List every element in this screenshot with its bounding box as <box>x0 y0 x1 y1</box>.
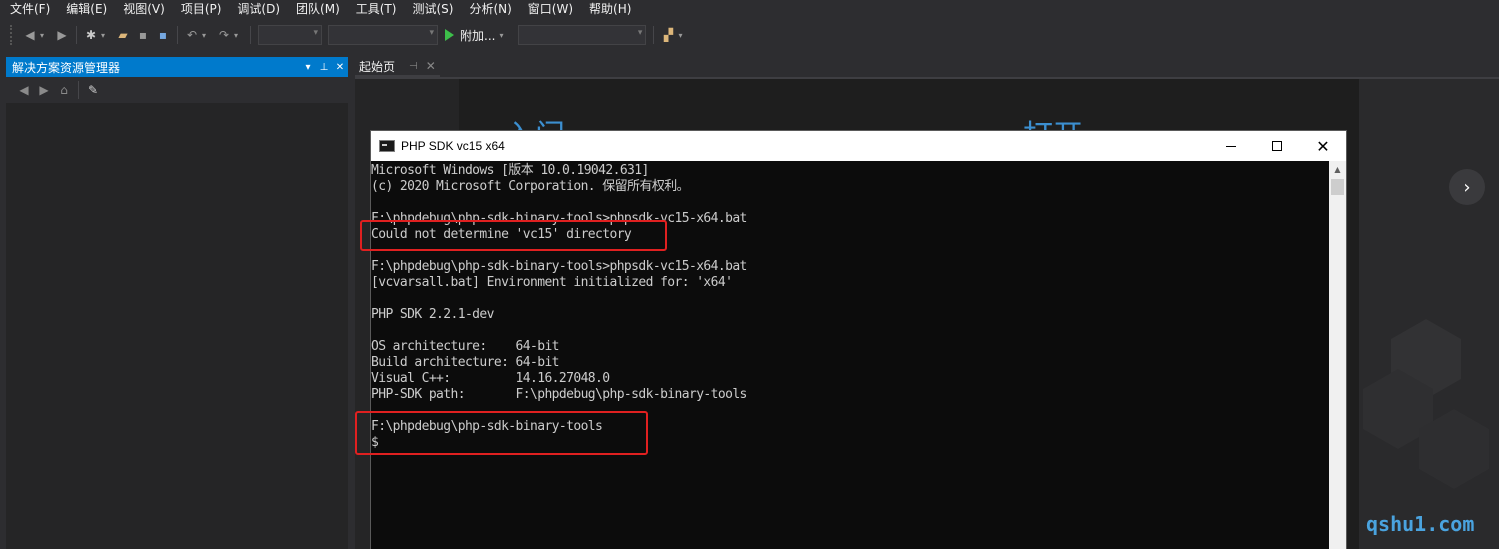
console-line: PHP-SDK path: F:\phpdebug\php-sdk-binary… <box>371 387 747 402</box>
start-button[interactable]: 附加... ▾ <box>445 27 511 44</box>
toolbar-separator <box>177 26 178 44</box>
console-line: OS architecture: 64-bit <box>371 339 560 354</box>
console-app-icon <box>379 140 395 152</box>
menu-debug[interactable]: 调试(D) <box>229 0 288 18</box>
menu-view[interactable]: 视图(V) <box>115 0 173 18</box>
console-line: Build architecture: 64-bit <box>371 355 560 370</box>
console-scrollbar[interactable]: ▲ <box>1329 161 1346 549</box>
toolbar-separator <box>76 26 77 44</box>
solution-explorer-title: 解决方案资源管理器 <box>12 60 121 75</box>
menu-test[interactable]: 测试(S) <box>404 0 461 18</box>
menu-analyze[interactable]: 分析(N) <box>461 0 519 18</box>
maximize-button[interactable] <box>1254 131 1300 161</box>
console-line: (c) 2020 Microsoft Corporation. 保留所有权利。 <box>371 179 690 194</box>
pin-icon[interactable]: ⊣ <box>409 61 418 72</box>
wrench-icon[interactable]: ✎ <box>85 82 101 98</box>
menu-edit[interactable]: 编辑(E) <box>58 0 115 18</box>
scrollbar-thumb[interactable] <box>1331 179 1344 195</box>
back-icon[interactable]: ◀ <box>16 82 32 98</box>
save-icon[interactable]: ▪ <box>135 27 151 43</box>
solution-explorer-panel: 解决方案资源管理器 ▾ ⊥ ✕ ◀ ▶ ⌂ ✎ <box>6 57 348 549</box>
console-title-bar[interactable]: PHP SDK vc15 x64 ✕ <box>371 131 1346 161</box>
menu-help[interactable]: 帮助(H) <box>581 0 639 18</box>
toolbar-separator <box>78 81 79 99</box>
forward-icon[interactable]: ▶ <box>54 27 70 43</box>
tab-start-page-label: 起始页 <box>359 59 396 74</box>
toolbar-options-icon[interactable]: ▾ <box>678 31 686 40</box>
undo-dropdown-icon[interactable]: ▾ <box>202 31 210 40</box>
console-title: PHP SDK vc15 x64 <box>401 139 505 153</box>
menu-file[interactable]: 文件(F) <box>2 0 58 18</box>
back-dropdown-icon[interactable]: ▾ <box>40 31 48 40</box>
start-button-label: 附加... <box>460 28 496 43</box>
menu-team[interactable]: 团队(M) <box>288 0 348 18</box>
console-line: Microsoft Windows [版本 10.0.19042.631] <box>371 163 649 178</box>
maximize-icon <box>1272 141 1282 151</box>
close-icon[interactable]: ✕ <box>426 59 436 73</box>
solution-configuration-select[interactable] <box>258 25 322 45</box>
redo-dropdown-icon[interactable]: ▾ <box>234 31 242 40</box>
open-icon[interactable]: ▰ <box>115 27 131 43</box>
console-line: PHP SDK 2.2.1-dev <box>371 307 494 322</box>
start-page-news-panel <box>1359 79 1499 549</box>
highlight-box-error <box>360 220 667 251</box>
solution-explorer-toolbar: ◀ ▶ ⌂ ✎ <box>6 77 348 103</box>
highlight-box-prompt <box>355 411 648 455</box>
scroll-up-icon[interactable]: ▲ <box>1329 161 1346 178</box>
console-line: [vcvarsall.bat] Environment initialized … <box>371 275 733 290</box>
undo-icon[interactable]: ↶ <box>184 27 200 43</box>
minimize-icon <box>1226 145 1236 147</box>
menu-tools[interactable]: 工具(T) <box>348 0 405 18</box>
home-icon[interactable]: ⌂ <box>56 82 72 98</box>
menu-bar: 文件(F) 编辑(E) 视图(V) 项目(P) 调试(D) 团队(M) 工具(T… <box>0 0 1499 18</box>
menu-project[interactable]: 项目(P) <box>173 0 230 18</box>
target-select[interactable] <box>518 25 647 45</box>
find-icon[interactable]: ▞ <box>660 27 676 43</box>
next-arrow-icon[interactable]: › <box>1449 169 1485 205</box>
toolbar-grip[interactable] <box>10 25 14 45</box>
forward-icon[interactable]: ▶ <box>36 82 52 98</box>
console-line: Visual C++: 14.16.27048.0 <box>371 371 610 386</box>
console-line: F:\phpdebug\php-sdk-binary-tools>phpsdk-… <box>371 259 747 274</box>
window-position-icon[interactable]: ▾ <box>300 62 316 73</box>
menu-window[interactable]: 窗口(W) <box>520 0 581 18</box>
start-icon <box>445 29 454 41</box>
toolbar-separator <box>653 26 655 44</box>
redo-icon[interactable]: ↷ <box>216 27 232 43</box>
close-icon[interactable]: ✕ <box>332 62 348 73</box>
solution-platform-select[interactable] <box>328 25 438 45</box>
close-button[interactable]: ✕ <box>1300 131 1346 161</box>
back-icon[interactable]: ◀ <box>22 27 38 43</box>
new-project-dropdown-icon[interactable]: ▾ <box>101 31 109 40</box>
new-project-icon[interactable]: ✱ <box>83 27 99 43</box>
solution-explorer-title-bar[interactable]: 解决方案资源管理器 ▾ ⊥ ✕ <box>6 57 348 77</box>
watermark: qshu1.com <box>1366 512 1475 536</box>
close-icon: ✕ <box>1316 136 1330 156</box>
toolbar-separator <box>250 26 251 44</box>
tab-start-page[interactable]: 起始页 ⊣ ✕ <box>355 57 440 77</box>
document-tab-strip: 起始页 ⊣ ✕ <box>355 57 1499 77</box>
minimize-button[interactable] <box>1208 131 1254 161</box>
pin-icon[interactable]: ⊥ <box>316 62 332 73</box>
standard-toolbar: ◀ ▾ ▶ ✱ ▾ ▰ ▪ ▪ ↶ ▾ ↷ ▾ 附加... ▾ ▞ ▾ <box>0 20 1499 50</box>
console-window: PHP SDK vc15 x64 ✕ Microsoft Windows [版本… <box>370 130 1347 549</box>
save-all-icon[interactable]: ▪ <box>155 27 171 43</box>
start-dropdown-icon[interactable]: ▾ <box>499 31 507 40</box>
